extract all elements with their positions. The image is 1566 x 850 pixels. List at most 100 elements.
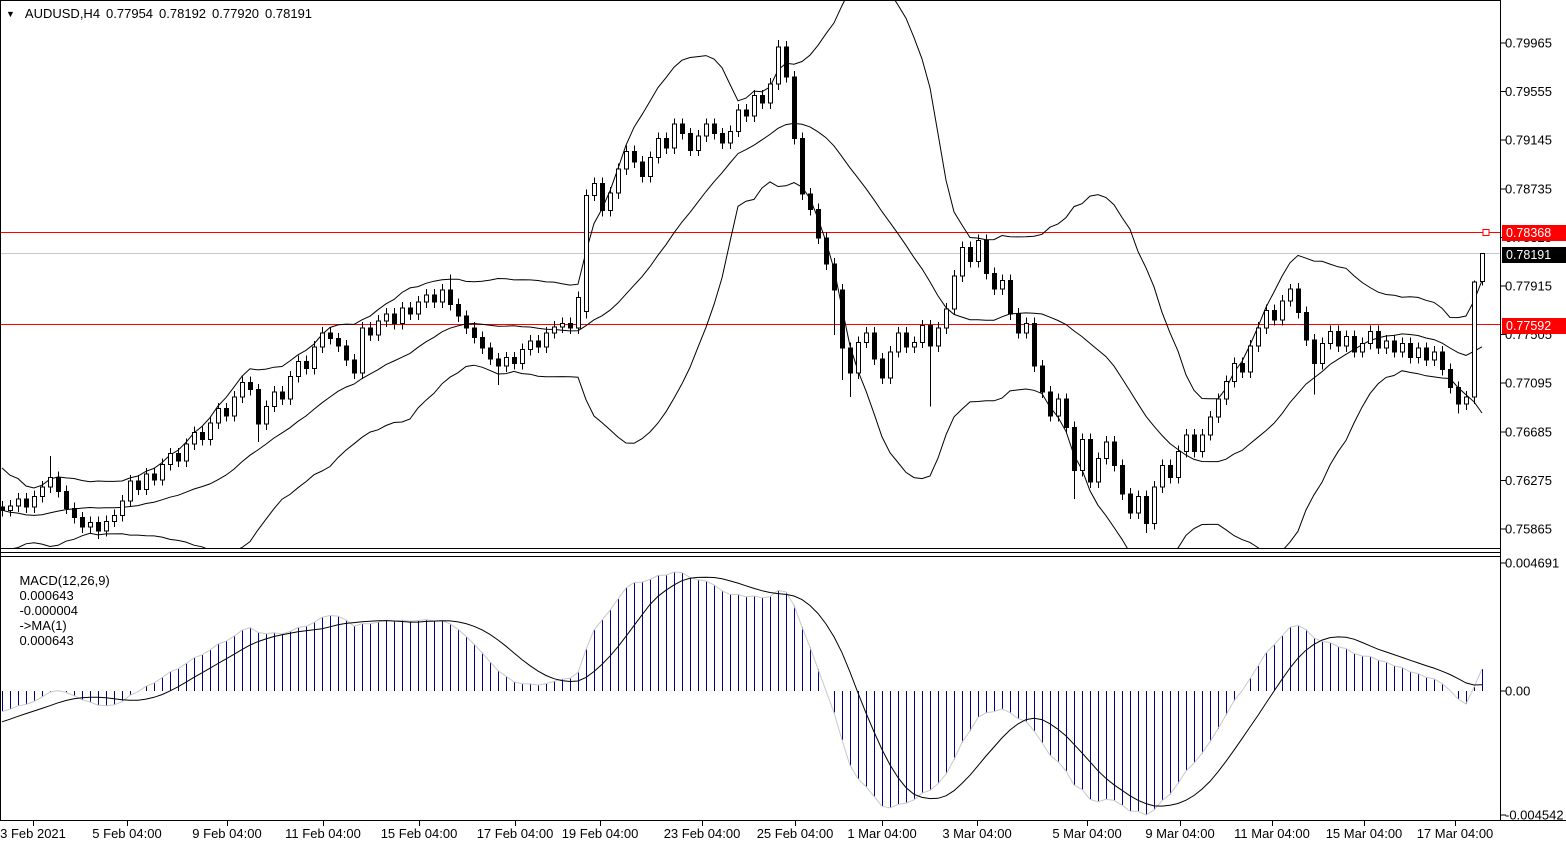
candle-body-bull xyxy=(921,326,925,343)
price-axis-label: 0.75865 xyxy=(1505,522,1552,537)
candle xyxy=(1393,335,1397,358)
candle-body-bull xyxy=(1209,417,1213,435)
candle-body-bull xyxy=(145,474,149,489)
candle xyxy=(1209,411,1213,441)
candle-body-bear xyxy=(1297,289,1301,313)
candle xyxy=(1065,393,1069,433)
macd-axis[interactable]: 0.0046910.00-0.004542 xyxy=(1500,556,1564,823)
candle-body-bear xyxy=(785,47,789,77)
line-anchor-handle[interactable] xyxy=(1483,229,1489,235)
candle xyxy=(649,151,653,182)
candle xyxy=(961,242,965,282)
time-axis-label: 9 Feb 04:00 xyxy=(192,826,261,841)
candle-body-bull xyxy=(1401,343,1405,351)
candle xyxy=(121,495,125,521)
candle xyxy=(1097,453,1101,489)
candle xyxy=(1073,422,1077,499)
candle xyxy=(793,71,797,144)
candle-body-bear xyxy=(761,96,765,103)
candle-body-bear xyxy=(153,474,157,480)
macd-header: MACD(12,26,9) 0.000643 -0.000004 ->MA(1)… xyxy=(5,558,116,663)
price-axis-label: 0.79965 xyxy=(1505,36,1552,51)
candle xyxy=(297,355,301,382)
candle xyxy=(233,391,237,422)
candle-body-bull xyxy=(241,383,245,397)
candle-body-bull xyxy=(673,124,677,148)
candle-body-bear xyxy=(1425,348,1429,360)
time-axis-label: 11 Mar 04:00 xyxy=(1234,826,1310,841)
candle xyxy=(401,302,405,329)
time-axis[interactable]: 3 Feb 20215 Feb 04:009 Feb 04:0011 Feb 0… xyxy=(0,820,1493,841)
candle-body-bull xyxy=(1257,328,1261,346)
candle-body-bull xyxy=(89,522,93,527)
candle-body-bull xyxy=(1385,341,1389,348)
macd-signal-value: -0.000004 xyxy=(19,603,78,618)
current-price-badge: 0.78191 xyxy=(1502,247,1566,263)
candle xyxy=(1425,342,1429,366)
candle xyxy=(817,204,821,244)
symbol-dropdown-icon[interactable]: ▼ xyxy=(6,9,15,19)
candle xyxy=(569,317,573,334)
candle-body-bear xyxy=(177,454,181,461)
chart-svg[interactable]: 0.799650.795550.791450.787350.783250.779… xyxy=(0,0,1566,850)
candle xyxy=(577,291,581,334)
time-axis-label: 11 Feb 04:00 xyxy=(285,826,361,841)
candle xyxy=(97,517,101,540)
candle xyxy=(1017,308,1021,339)
candle-body-bear xyxy=(81,518,85,527)
candle xyxy=(49,456,53,493)
candle xyxy=(201,426,205,445)
candle xyxy=(449,275,453,311)
candle xyxy=(1,501,5,516)
candle-body-bull xyxy=(1329,332,1333,344)
candle-body-bear xyxy=(1241,364,1245,372)
candle-body-bull xyxy=(1345,336,1349,345)
price-axis[interactable]: 0.799650.795550.791450.787350.783250.779… xyxy=(1500,36,1552,537)
candle-body-bear xyxy=(1409,343,1413,357)
candle xyxy=(465,310,469,334)
candle-body-bull xyxy=(1361,343,1365,351)
candle-body-bull xyxy=(1225,381,1229,399)
macd-axis-label: -0.004542 xyxy=(1505,808,1564,823)
main-chart-panel[interactable] xyxy=(1,0,1501,566)
candle-body-bear xyxy=(497,359,501,366)
time-axis-label: 9 Mar 04:00 xyxy=(1145,826,1214,841)
candle-body-bull xyxy=(1185,435,1189,452)
candle-body-bull xyxy=(865,333,869,342)
candle xyxy=(1177,445,1181,483)
candle xyxy=(1297,283,1301,319)
price-axis-label: 0.76275 xyxy=(1505,473,1552,488)
candle-body-bear xyxy=(353,360,357,373)
time-axis-label: 15 Mar 04:00 xyxy=(1326,826,1403,841)
candle-body-bull xyxy=(1321,343,1325,363)
candle xyxy=(545,327,549,353)
candle xyxy=(329,327,333,345)
candle xyxy=(257,384,261,442)
candle-body-bull xyxy=(585,195,589,311)
candle-body-bear xyxy=(721,134,725,143)
candle xyxy=(849,342,853,397)
candle-body-bear xyxy=(793,77,797,139)
candle-body-bull xyxy=(1281,301,1285,320)
candle xyxy=(249,377,253,396)
candle xyxy=(1169,460,1173,484)
candle xyxy=(1233,358,1237,388)
candle xyxy=(1281,295,1285,326)
candle-body-bull xyxy=(609,193,613,211)
candle-body-bull xyxy=(857,342,861,373)
candle xyxy=(889,346,893,384)
time-axis-label: 1 Mar 04:00 xyxy=(847,826,916,841)
symbol-timeframe-label: AUDUSD,H4 xyxy=(25,6,100,21)
candle-body-bull xyxy=(217,409,221,423)
candle-body-bull xyxy=(897,333,901,352)
candle-body-bear xyxy=(1313,340,1317,364)
candle xyxy=(505,352,509,372)
macd-panel[interactable] xyxy=(2,572,1483,815)
candle-body-bear xyxy=(713,124,717,133)
candle-body-bull xyxy=(1097,458,1101,482)
candle-body-bull xyxy=(1249,346,1253,372)
ohlc-values: 0.779540.781920.779200.78191 xyxy=(106,6,318,21)
candle xyxy=(673,118,677,154)
candle xyxy=(865,327,869,348)
candle xyxy=(585,189,589,318)
